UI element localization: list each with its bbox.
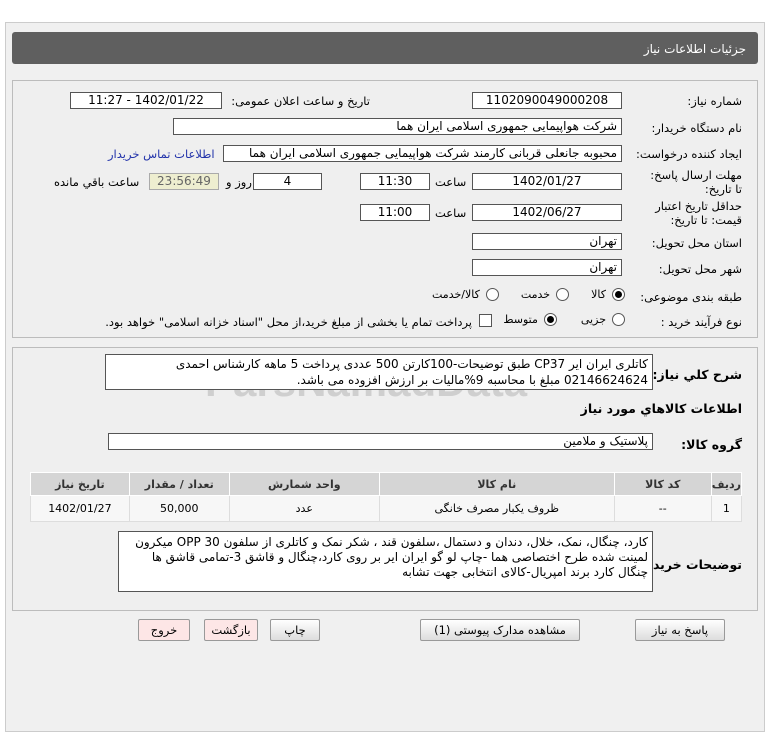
announce-label: تاریخ و ساعت اعلان عمومی: — [231, 94, 370, 108]
validity-label: حداقل تاریخ اعتبار قیمت: تا تاریخ: — [655, 199, 742, 227]
process-radio-minor[interactable] — [612, 313, 625, 326]
col-name: نام کالا — [378, 472, 615, 496]
process-radio-group: جزیی متوسط — [480, 313, 625, 326]
table-header-row: ردیف کد کالا نام کالا واحد شمارش تعداد /… — [30, 472, 743, 496]
col-unit: واحد شمارش — [228, 472, 380, 496]
page-title: جزئیات اطلاعات نیاز — [643, 42, 746, 56]
validity-time-label: ساعت — [435, 206, 467, 220]
province-label: استان محل تحویل: — [651, 236, 742, 250]
cell-qty: 50,000 — [128, 495, 230, 522]
goods-table: ردیف کد کالا نام کالا واحد شمارش تعداد /… — [30, 472, 743, 522]
goods-title: اطلاعات كالاهاي مورد نياز — [580, 401, 742, 416]
announce-field: 1402/01/22 - 11:27 — [70, 92, 222, 109]
summary-line: کاتلری ایران ایر CP37 طبق توضیحات-100کار… — [175, 357, 648, 371]
category-radio-service[interactable] — [556, 288, 570, 301]
creator-field: محبوبه جانعلی قربانی کارمند شرکت هواپیما… — [223, 145, 622, 162]
reply-button[interactable]: پاسخ به نیاز — [635, 619, 725, 641]
buyer-contact-link[interactable]: اطلاعات تماس خریدار — [108, 147, 215, 161]
remaining-time-field: 23:56:49 — [149, 173, 219, 190]
treasury-checkbox[interactable] — [479, 314, 492, 327]
col-qty: تعداد / مقدار — [128, 472, 230, 496]
need-number-field: 1102090049000208 — [472, 92, 622, 109]
city-field: تهران — [472, 259, 622, 276]
treasury-text: پرداخت تمام یا بخشی از مبلغ خرید،از محل … — [105, 315, 472, 329]
need-number-label: شماره نیاز: — [687, 94, 742, 108]
province-field: تهران — [472, 233, 622, 250]
category-radio-group: کالا خدمت کالا/خدمت — [425, 288, 625, 301]
group-label: گروه کالا: — [681, 437, 742, 452]
deadline-label: مهلت ارسال پاسخ: تا تاریخ: — [650, 168, 742, 196]
category-label: طبقه بندی موضوعی: — [640, 290, 742, 304]
cell-row: 1 — [710, 495, 743, 522]
buyer-org-field: شرکت هواپیمایی جمهوری اسلامی ایران هما — [173, 118, 622, 135]
col-row: ردیف — [710, 472, 743, 496]
summary-label: شرح كلي نياز: — [652, 367, 742, 382]
cell-name: ظروف یکبار مصرف خانگی — [378, 495, 615, 522]
process-option-label: متوسط — [503, 313, 538, 326]
category-radio-both[interactable] — [485, 288, 499, 301]
process-option-label: جزیی — [580, 313, 606, 326]
days-field: 4 — [253, 173, 322, 190]
validity-date-field: 1402/06/27 — [472, 204, 622, 221]
table-row: 1 -- ظروف یکبار مصرف خانگی عدد 50,000 14… — [30, 495, 743, 522]
buyer-org-label: نام دستگاه خریدار: — [651, 121, 742, 135]
days-label: روز و — [226, 175, 252, 189]
cell-date: 1402/01/27 — [30, 495, 130, 522]
deadline-time-label: ساعت — [435, 175, 467, 189]
col-code: کد کالا — [613, 472, 712, 496]
deadline-time-field: 11:30 — [360, 173, 430, 190]
buyer-notes-field: کارد، چنگال، نمک، خلال، دندان و دستمال ،… — [118, 531, 653, 592]
col-date: تاریخ نیاز — [30, 472, 130, 496]
process-radio-medium[interactable] — [543, 313, 557, 326]
category-radio-goods[interactable] — [612, 288, 625, 301]
cell-unit: عدد — [228, 495, 380, 522]
category-option-label: کالا/خدمت — [432, 288, 480, 301]
deadline-date-field: 1402/01/27 — [472, 173, 622, 190]
category-option-label: کالا — [591, 288, 606, 301]
creator-label: ایجاد کننده درخواست: — [636, 147, 742, 161]
category-option-label: خدمت — [520, 288, 551, 301]
summary-field: کاتلری ایران ایر CP37 طبق توضیحات-100کار… — [105, 354, 653, 390]
summary-line: 02146624624 مبلغ با محاسبه 9%مالیات بر ا… — [296, 373, 648, 387]
back-button[interactable]: بازگشت — [204, 619, 258, 641]
process-label: نوع فرآیند خرید : — [660, 315, 742, 329]
print-button[interactable]: چاپ — [270, 619, 320, 641]
page-header: جزئیات اطلاعات نیاز — [12, 32, 758, 64]
city-label: شهر محل تحویل: — [658, 262, 742, 276]
exit-button[interactable]: خروج — [138, 619, 190, 641]
cell-code: -- — [613, 495, 712, 522]
validity-time-field: 11:00 — [360, 204, 430, 221]
view-documents-button[interactable]: مشاهده مدارک پیوستی (1) — [420, 619, 580, 641]
remaining-label: ساعت باقي مانده — [54, 175, 140, 189]
group-field: پلاستیک و ملامین — [108, 433, 653, 450]
